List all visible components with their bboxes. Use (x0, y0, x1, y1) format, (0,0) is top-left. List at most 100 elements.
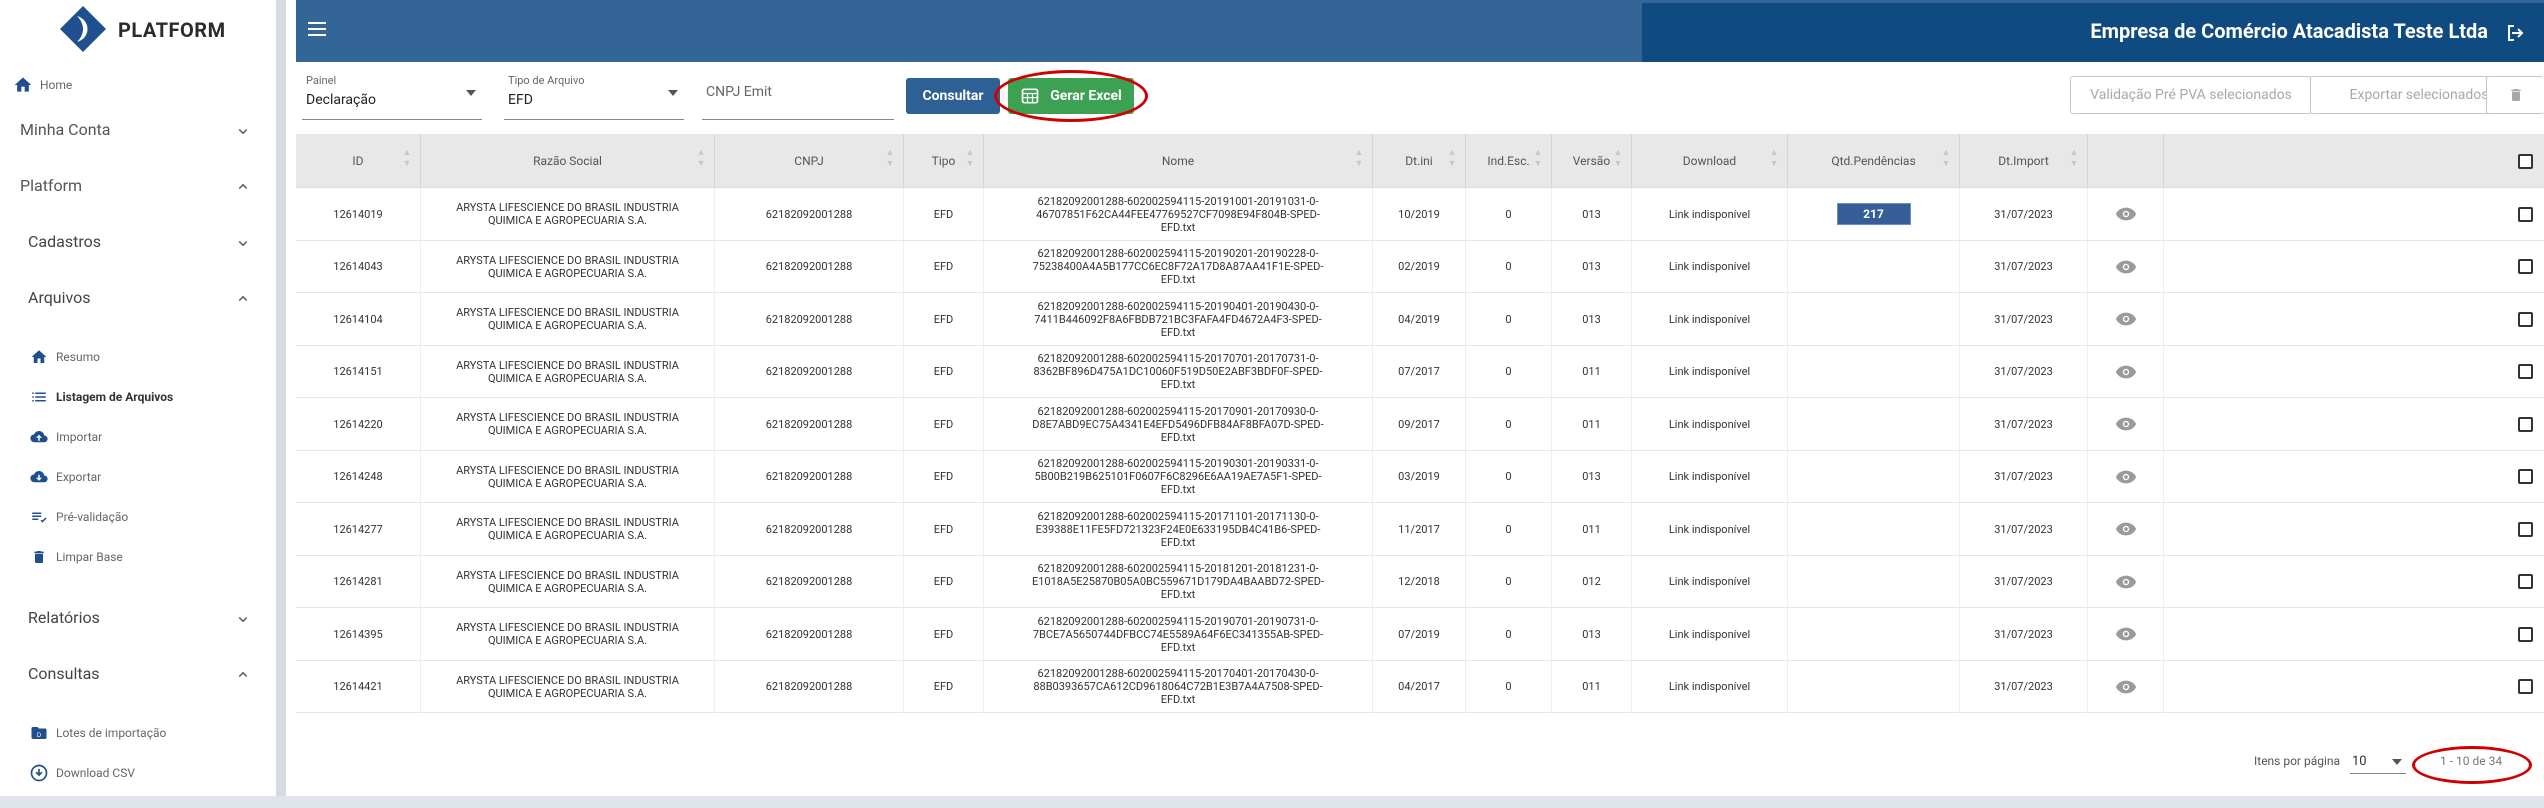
table-row[interactable]: 12614019 ARYSTA LIFESCIENCE DO BRASIL IND… (296, 188, 2544, 241)
table-row[interactable]: 12614220 ARYSTA LIFESCIENCE DO BRASIL IND… (296, 398, 2544, 451)
dt-ini-text: 03/2019 (1398, 470, 1440, 483)
row-checkbox[interactable] (2517, 679, 2533, 694)
cnpj-emit-input[interactable] (706, 84, 886, 100)
sidebar-group-relatorios[interactable]: Relatórios (0, 606, 276, 630)
pendencias-badge[interactable]: 217 (1836, 203, 1911, 225)
row-checkbox[interactable] (2517, 416, 2533, 432)
row-checkbox[interactable] (2517, 206, 2533, 222)
eye-icon[interactable] (2115, 469, 2137, 485)
ind-esc-text: 0 (1505, 680, 1512, 693)
cell-pendencias (1788, 293, 1960, 345)
sidebar-group-arquivos[interactable]: Arquivos (0, 286, 276, 310)
sidebar: PLATFORM Home Minha Conta Platform Cadas… (0, 0, 286, 796)
eye-icon[interactable] (2115, 364, 2137, 380)
row-checkbox[interactable] (2517, 259, 2533, 274)
column-header[interactable]: Nome ▲ ▼ (984, 134, 1373, 188)
table-row[interactable]: 12614151 ARYSTA LIFESCIENCE DO BRASIL IND… (296, 345, 2544, 398)
eye-icon[interactable] (2115, 416, 2137, 432)
cnpj-emit-field[interactable] (702, 70, 894, 120)
sidebar-item-importar[interactable]: Importar (0, 426, 276, 448)
sort-icon[interactable]: ▲ ▼ (1533, 148, 1543, 172)
logout-icon[interactable] (2504, 21, 2528, 45)
delete-selected-button[interactable] (2486, 76, 2544, 114)
sidebar-item-lotes[interactable]: D Lotes de importação (0, 722, 276, 744)
header-company-panel: Empresa de Comércio Atacadista Teste Ltd… (1642, 3, 2544, 62)
table-row[interactable]: 12614277 ARYSTA LIFESCIENCE DO BRASIL IND… (296, 503, 2544, 556)
eye-icon[interactable] (2115, 311, 2137, 327)
cell-cnpj: 62182092001288 (715, 240, 904, 293)
sidebar-item-resumo[interactable]: Resumo (0, 346, 276, 368)
table-row[interactable]: 12614248 ARYSTA LIFESCIENCE DO BRASIL IND… (296, 450, 2544, 503)
column-header[interactable]: Dt.ini ▲ ▼ (1373, 134, 1466, 188)
sidebar-item-exportar[interactable]: Exportar (0, 466, 276, 488)
sidebar-group-consultas[interactable]: Consultas (0, 662, 276, 686)
table-row[interactable]: 12614281 ARYSTA LIFESCIENCE DO BRASIL IND… (296, 555, 2544, 608)
versao-text: 011 (1582, 680, 1601, 693)
column-header[interactable]: Dt.Import ▲ ▼ (1960, 134, 2088, 188)
table-row[interactable]: 12614421 ARYSTA LIFESCIENCE DO BRASIL IND… (296, 660, 2544, 713)
sort-icon[interactable]: ▲ ▼ (885, 148, 895, 172)
column-header[interactable]: CNPJ ▲ ▼ (715, 134, 904, 188)
sidebar-item-download-csv[interactable]: Download CSV (0, 762, 276, 784)
sidebar-item-limpar-base[interactable]: Limpar Base (0, 546, 276, 568)
menu-icon[interactable] (308, 20, 330, 38)
eye-icon[interactable] (2115, 574, 2137, 590)
row-checkbox[interactable] (2517, 469, 2533, 484)
column-header-label: Dt.Import (1998, 154, 2049, 168)
sort-icon[interactable]: ▲ ▼ (1769, 148, 1779, 172)
table-row[interactable]: 12614043 ARYSTA LIFESCIENCE DO BRASIL IND… (296, 240, 2544, 293)
cell-pendencias (1788, 240, 1960, 293)
table-row[interactable]: 12614104 ARYSTA LIFESCIENCE DO BRASIL IND… (296, 293, 2544, 346)
bottom-scrollbar[interactable] (0, 796, 2544, 808)
dt-import-text: 31/07/2023 (1994, 207, 2053, 221)
select-all-checkbox[interactable] (2517, 153, 2533, 169)
nome-line: E39388E11FE5FD721323F24E0E633195DB4C41B6… (1035, 522, 1321, 536)
gerar-excel-button[interactable]: Gerar Excel (1008, 78, 1134, 114)
sidebar-item-listagem[interactable]: Listagem de Arquivos (0, 386, 276, 408)
column-header[interactable]: Download ▲ ▼ (1632, 134, 1788, 188)
cell-nome: 62182092001288-602002594115-20190201-201… (984, 240, 1373, 293)
sort-icon[interactable]: ▲ ▼ (1354, 148, 1364, 172)
sidebar-item-home[interactable]: Home (0, 74, 276, 96)
sort-icon[interactable]: ▲ ▼ (2069, 148, 2079, 172)
table-row[interactable]: 12614395 ARYSTA LIFESCIENCE DO BRASIL IND… (296, 608, 2544, 661)
column-header[interactable]: ID ▲ ▼ (296, 134, 421, 188)
sort-icon[interactable]: ▲ ▼ (1447, 148, 1457, 172)
eye-icon[interactable] (2115, 521, 2137, 537)
cnpj-text: 62182092001288 (765, 260, 853, 273)
row-checkbox[interactable] (2517, 364, 2533, 379)
column-header[interactable]: Razão Social ▲ ▼ (421, 134, 715, 188)
row-checkbox[interactable] (2517, 574, 2533, 589)
eye-icon[interactable] (2115, 206, 2137, 222)
row-checkbox[interactable] (2517, 521, 2533, 537)
sidebar-item-label: Exportar (56, 470, 102, 484)
cell-dt-ini: 04/2017 (1373, 660, 1466, 713)
eye-icon[interactable] (2115, 259, 2137, 275)
sort-icon[interactable]: ▲ ▼ (1941, 148, 1951, 172)
sort-icon[interactable]: ▲ ▼ (402, 148, 412, 172)
consultar-button[interactable]: Consultar (906, 78, 1000, 114)
items-per-page-select[interactable]: 10 (2350, 746, 2406, 774)
row-checkbox[interactable] (2517, 311, 2533, 327)
tipo-arquivo-select[interactable]: Tipo de Arquivo EFD (504, 70, 684, 120)
sort-icon[interactable]: ▲ ▼ (1613, 148, 1623, 172)
cell-dt-import: 31/07/2023 (1960, 240, 2088, 293)
column-header[interactable]: Ind.Esc. ▲ ▼ (1466, 134, 1552, 188)
painel-select[interactable]: Painel Declaração (302, 70, 482, 120)
row-checkbox[interactable] (2517, 626, 2533, 642)
eye-icon[interactable] (2115, 626, 2137, 642)
sort-icon[interactable]: ▲ ▼ (696, 148, 706, 172)
column-header[interactable]: Versão ▲ ▼ (1552, 134, 1632, 188)
sort-icon[interactable]: ▲ ▼ (965, 148, 975, 172)
sidebar-group-platform[interactable]: Platform (0, 174, 276, 198)
eye-icon[interactable] (2115, 679, 2137, 695)
column-header[interactable]: Qtd.Pendências ▲ ▼ (1788, 134, 1960, 188)
column-header[interactable]: Tipo ▲ ▼ (904, 134, 984, 188)
sidebar-group-cadastros[interactable]: Cadastros (0, 230, 276, 254)
cell-download: Link indisponível (1632, 503, 1788, 555)
id-text: 12614220 (333, 417, 383, 431)
sidebar-item-pre-validacao[interactable]: Pré-validação (0, 506, 276, 528)
sidebar-group-minha-conta[interactable]: Minha Conta (0, 118, 276, 142)
validacao-pre-pva-button[interactable]: Validação Pré PVA selecionados (2070, 76, 2312, 114)
ind-esc-text: 0 (1505, 575, 1512, 588)
